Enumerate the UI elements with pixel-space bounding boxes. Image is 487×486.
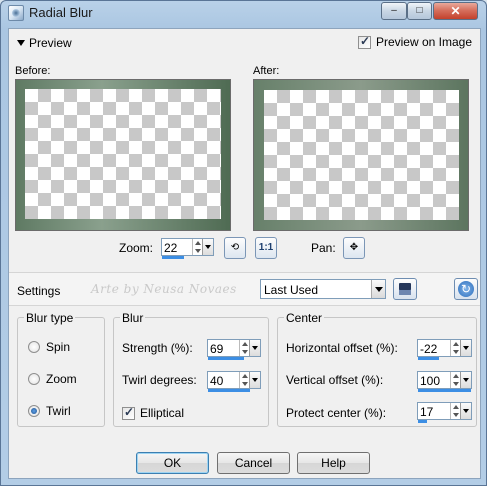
zoom-row: Zoom: 22 ⟲ 1:1 Pan: ✥ bbox=[9, 236, 480, 260]
radio-zoom-indicator[interactable] bbox=[28, 373, 40, 385]
window-title: Radial Blur bbox=[29, 5, 93, 20]
zoom-actual-size-button[interactable]: 1:1 bbox=[255, 237, 277, 259]
blur-title: Blur bbox=[120, 311, 146, 325]
vertical-offset-label: Vertical offset (%): bbox=[286, 373, 384, 387]
settings-row: Settings Arte by Neusa Novaes Last Used bbox=[9, 272, 480, 306]
reset-button[interactable] bbox=[454, 278, 478, 300]
radio-zoom-label: Zoom bbox=[46, 372, 77, 386]
blur-type-title: Blur type bbox=[24, 311, 76, 325]
radial-blur-window: Radial Blur – □ ✕ Preview Preview on Ima… bbox=[0, 0, 487, 486]
close-button[interactable]: ✕ bbox=[433, 2, 478, 20]
chevron-down-icon[interactable] bbox=[249, 372, 260, 388]
spin-arrows-icon[interactable] bbox=[239, 340, 249, 356]
cancel-button[interactable]: Cancel bbox=[217, 452, 290, 474]
spin-arrows-icon[interactable] bbox=[450, 340, 460, 356]
twirl-label: Twirl degrees: bbox=[122, 373, 197, 387]
twirl-slider[interactable] bbox=[208, 389, 250, 392]
radio-twirl-label: Twirl bbox=[46, 404, 71, 418]
before-preview[interactable] bbox=[15, 79, 231, 231]
after-preview-canvas bbox=[264, 90, 459, 220]
spin-arrows-icon[interactable] bbox=[450, 403, 460, 419]
preview-toggle[interactable]: Preview bbox=[17, 36, 72, 50]
center-title: Center bbox=[284, 311, 325, 325]
blur-group: Blur Strength (%): 69 Twirl degrees: 40 … bbox=[113, 311, 269, 427]
pan-button[interactable]: ✥ bbox=[343, 237, 365, 259]
before-label: Before: bbox=[15, 65, 51, 77]
radio-twirl-indicator[interactable] bbox=[28, 405, 40, 417]
minimize-button[interactable]: – bbox=[381, 2, 407, 20]
zoom-fit-icon: ⟲ bbox=[230, 242, 240, 253]
blur-type-group: Blur type Spin Zoom Twirl bbox=[17, 311, 105, 427]
protect-center-input[interactable]: 17 bbox=[417, 402, 472, 423]
protect-center-value: 17 bbox=[420, 405, 434, 419]
protect-center-label: Protect center (%): bbox=[286, 406, 387, 420]
help-button[interactable]: Help bbox=[297, 452, 370, 474]
strength-slider[interactable] bbox=[208, 357, 244, 360]
ok-button[interactable]: OK bbox=[136, 452, 209, 474]
save-preset-button[interactable] bbox=[393, 278, 417, 300]
elliptical-label: Elliptical bbox=[140, 406, 185, 420]
zoom-input[interactable]: 22 bbox=[161, 238, 214, 259]
chevron-down-icon[interactable] bbox=[460, 403, 471, 419]
app-icon bbox=[8, 5, 24, 21]
strength-label: Strength (%): bbox=[122, 341, 193, 355]
elliptical-option[interactable]: Elliptical bbox=[122, 405, 185, 420]
horizontal-offset-label: Horizontal offset (%): bbox=[286, 341, 398, 355]
twirl-input[interactable]: 40 bbox=[207, 371, 261, 392]
protect-center-slider[interactable] bbox=[418, 420, 427, 423]
center-group: Center Horizontal offset (%): -22 Vertic… bbox=[277, 311, 477, 427]
chevron-down-icon[interactable] bbox=[460, 340, 471, 356]
preview-on-image-option[interactable]: Preview on Image bbox=[357, 34, 472, 49]
after-label: After: bbox=[253, 65, 280, 77]
twirl-value: 40 bbox=[210, 374, 224, 388]
zoom-label: Zoom: bbox=[119, 241, 154, 255]
horizontal-offset-value: -22 bbox=[420, 342, 438, 356]
zoom-fit-button[interactable]: ⟲ bbox=[224, 237, 246, 259]
chevron-down-icon[interactable] bbox=[371, 280, 385, 298]
radio-spin-label: Spin bbox=[46, 340, 71, 354]
vertical-offset-input[interactable]: 100 bbox=[417, 371, 472, 392]
watermark-text: Arte by Neusa Novaes bbox=[91, 282, 237, 296]
radio-spin[interactable]: Spin bbox=[28, 340, 70, 354]
radio-spin-indicator[interactable] bbox=[28, 341, 40, 353]
zoom-slider[interactable] bbox=[162, 256, 184, 259]
vertical-offset-value: 100 bbox=[420, 374, 441, 388]
pan-label: Pan: bbox=[311, 241, 336, 255]
preset-dropdown[interactable]: Last Used bbox=[260, 279, 386, 299]
before-preview-canvas bbox=[25, 89, 221, 219]
spin-arrows-icon[interactable] bbox=[239, 372, 249, 388]
zoom-value: 22 bbox=[164, 241, 178, 255]
spin-arrows-icon[interactable] bbox=[192, 239, 202, 255]
triangle-down-icon bbox=[17, 40, 25, 46]
move-icon: ✥ bbox=[349, 242, 359, 253]
title-bar[interactable]: Radial Blur – □ ✕ bbox=[1, 1, 486, 25]
vertical-offset-slider[interactable] bbox=[418, 389, 471, 392]
settings-label: Settings bbox=[17, 284, 61, 298]
chevron-down-icon[interactable] bbox=[202, 239, 213, 255]
radio-twirl[interactable]: Twirl bbox=[28, 404, 71, 418]
after-preview bbox=[253, 79, 469, 231]
maximize-button[interactable]: □ bbox=[407, 2, 432, 20]
strength-value: 69 bbox=[210, 342, 224, 356]
spin-arrows-icon[interactable] bbox=[450, 372, 460, 388]
chevron-down-icon[interactable] bbox=[460, 372, 471, 388]
preview-on-image-label: Preview on Image bbox=[375, 35, 472, 49]
preview-on-image-checkbox[interactable] bbox=[357, 34, 371, 49]
elliptical-checkbox[interactable] bbox=[122, 405, 135, 420]
horizontal-offset-slider[interactable] bbox=[418, 357, 439, 360]
preview-toggle-label: Preview bbox=[29, 36, 72, 50]
horizontal-offset-input[interactable]: -22 bbox=[417, 339, 472, 360]
preset-value: Last Used bbox=[264, 283, 319, 297]
dialog-body: Preview Preview on Image Before: After: … bbox=[8, 28, 481, 479]
strength-input[interactable]: 69 bbox=[207, 339, 261, 360]
chevron-down-icon[interactable] bbox=[249, 340, 260, 356]
radio-zoom[interactable]: Zoom bbox=[28, 372, 77, 386]
